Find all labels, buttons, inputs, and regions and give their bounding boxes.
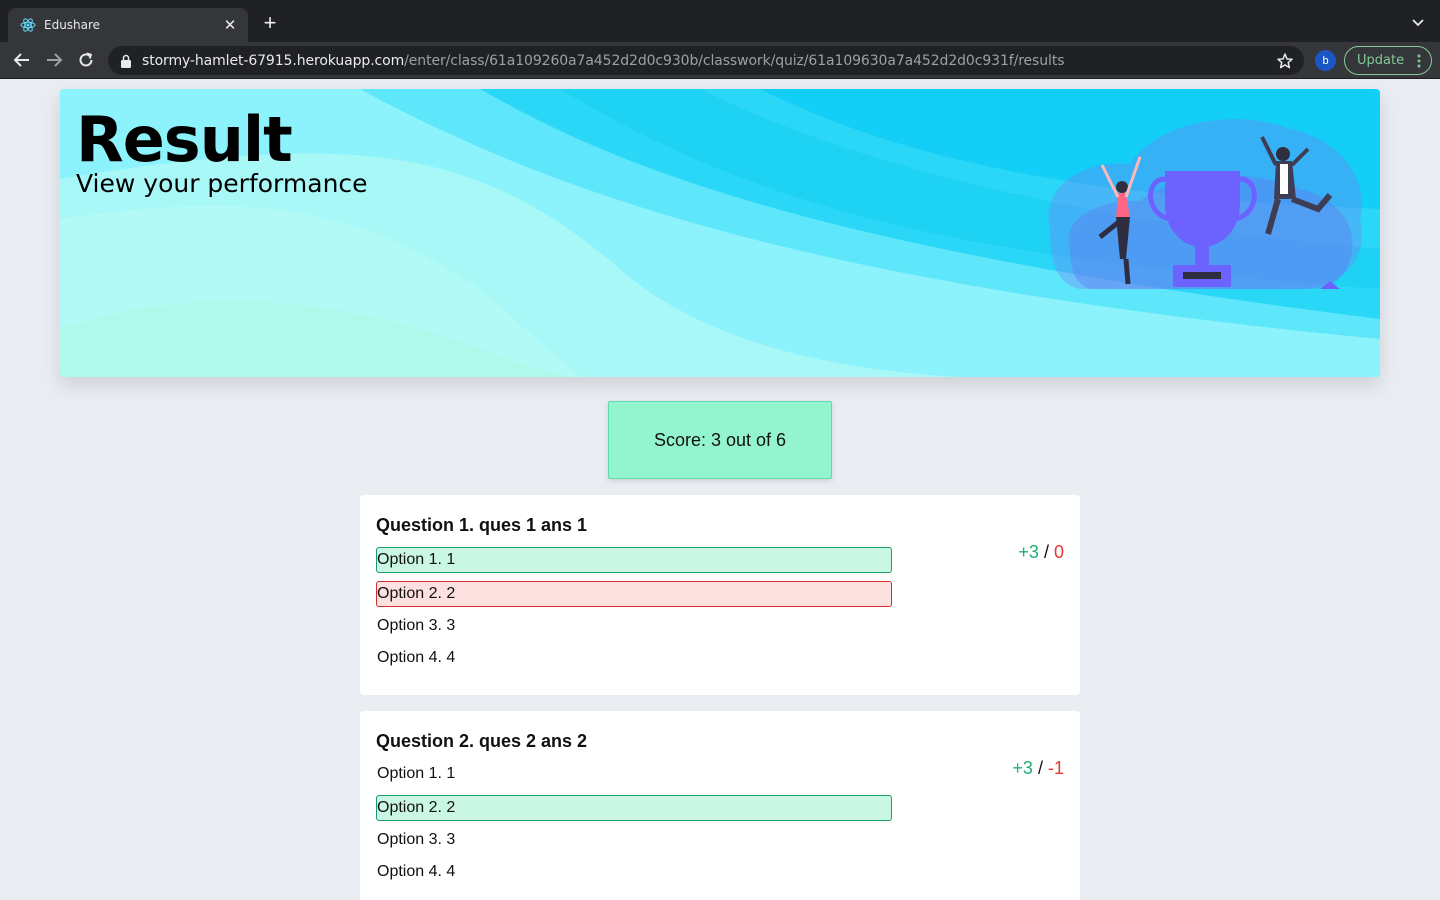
url-path: /enter/class/61a109260a7a452d2d0c930b/cl…	[404, 52, 1065, 69]
option-label: Option 2. 2	[377, 585, 456, 602]
address-bar[interactable]: stormy-hamlet-67915.herokuapp.com/enter/…	[108, 46, 1304, 75]
option-wrong: Option 2. 2	[376, 581, 892, 607]
option: Option 4. 4	[376, 859, 892, 885]
marks-positive: +3	[1012, 758, 1033, 778]
option-label: Option 4. 4	[377, 649, 456, 666]
option-label: Option 3. 3	[377, 831, 456, 848]
page-title: Result	[76, 103, 293, 176]
marks-negative: 0	[1053, 542, 1064, 562]
option-correct: Option 2. 2	[376, 795, 892, 821]
tab-title: Edushare	[44, 18, 101, 32]
option: Option 3. 3	[376, 613, 892, 639]
avatar[interactable]: b	[1315, 50, 1336, 71]
url-host: stormy-hamlet-67915.herokuapp.com	[142, 52, 405, 69]
browser-toolbar: stormy-hamlet-67915.herokuapp.com/enter/…	[0, 42, 1440, 79]
question-card: Question 2. ques 2 ans 2 +3 / -1 Option …	[360, 711, 1080, 900]
option-label: Option 2. 2	[377, 799, 456, 816]
score-box: Score: 3 out of 6	[608, 401, 832, 479]
url-text: stormy-hamlet-67915.herokuapp.com/enter/…	[142, 52, 1065, 69]
marks-separator: /	[1037, 758, 1043, 778]
question-title: Question 2. ques 2 ans 2	[376, 731, 588, 751]
forward-icon[interactable]	[44, 50, 64, 70]
option-label: Option 1. 1	[377, 765, 456, 782]
question-marks: +3 / -1	[1012, 758, 1064, 779]
option-label: Option 1. 1	[377, 551, 456, 568]
question-marks: +3 / 0	[1018, 542, 1064, 563]
question-card: Question 1. ques 1 ans 1 +3 / 0 Option 1…	[360, 495, 1080, 695]
react-icon	[20, 17, 36, 33]
chevron-down-icon[interactable]	[1410, 14, 1426, 30]
marks-negative: -1	[1047, 758, 1064, 778]
page-subtitle: View your performance	[76, 169, 368, 198]
back-icon[interactable]	[12, 50, 32, 70]
new-tab-icon[interactable]: +	[260, 12, 280, 35]
option: Option 4. 4	[376, 645, 892, 671]
bookmark-star-icon[interactable]	[1276, 52, 1294, 70]
score-text: Score: 3 out of 6	[653, 429, 787, 450]
lock-icon	[121, 54, 131, 68]
option-correct: Option 1. 1	[376, 547, 892, 573]
marks-positive: +3	[1018, 542, 1039, 562]
option: Option 3. 3	[376, 827, 892, 853]
close-icon[interactable]: ✕	[222, 17, 238, 34]
browser-tab[interactable]: Edushare ✕	[8, 8, 248, 42]
update-button[interactable]: Update	[1344, 46, 1432, 75]
result-banner: Result View your performance	[60, 89, 1380, 377]
question-title: Question 1. ques 1 ans 1	[376, 515, 588, 535]
option: Option 1. 1	[376, 761, 892, 787]
more-vertical-icon	[1417, 54, 1421, 68]
browser-tabbar: Edushare ✕ +	[0, 0, 1440, 42]
trophy-celebration-illustration	[1048, 119, 1362, 289]
update-label: Update	[1357, 53, 1405, 68]
option-label: Option 3. 3	[377, 617, 456, 634]
option-label: Option 4. 4	[377, 863, 456, 880]
marks-separator: /	[1043, 542, 1049, 562]
reload-icon[interactable]	[76, 50, 96, 70]
